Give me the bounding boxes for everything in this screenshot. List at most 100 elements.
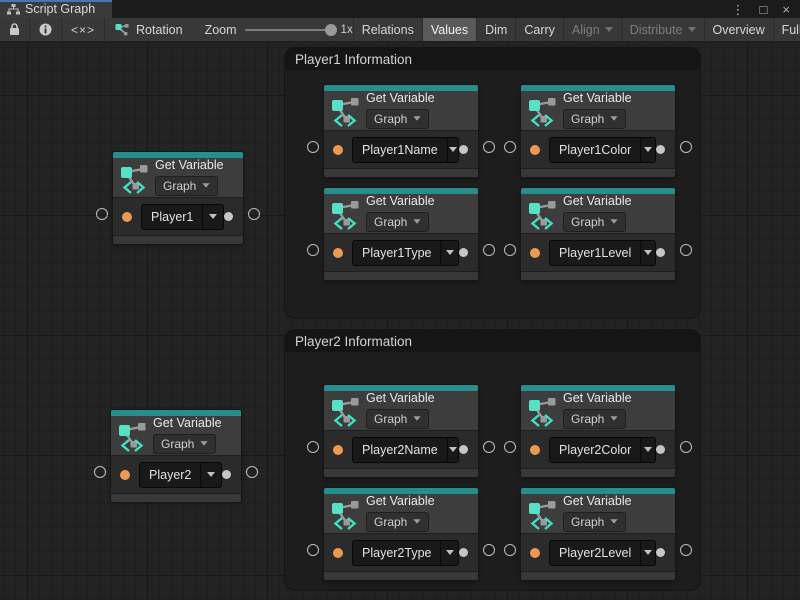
output-connection-ring[interactable]	[248, 208, 260, 220]
variable-dropdown[interactable]: Player2Color	[549, 437, 656, 463]
variable-dropdown[interactable]: Player2Type	[352, 540, 459, 566]
output-connection-ring[interactable]	[483, 441, 495, 453]
input-connection-ring[interactable]	[504, 544, 516, 556]
lock-button[interactable]	[0, 18, 30, 41]
scope-dropdown[interactable]: Graph	[563, 409, 626, 429]
relations-button[interactable]: Relations	[353, 18, 422, 41]
output-connection-ring[interactable]	[680, 544, 692, 556]
overview-button[interactable]: Overview	[704, 18, 773, 41]
node-header: Get Variable Graph	[521, 194, 675, 233]
get-variable-icon	[528, 395, 556, 427]
input-port[interactable]	[120, 470, 130, 480]
get-variable-node-player2type[interactable]: Get Variable Graph Player2Type	[324, 488, 478, 580]
output-connection-ring[interactable]	[483, 544, 495, 556]
output-port[interactable]	[459, 548, 468, 557]
variable-dropdown[interactable]: Player1Type	[352, 240, 459, 266]
get-variable-node-player1[interactable]: Get Variable Graph Player1	[113, 152, 243, 244]
carry-button[interactable]: Carry	[515, 18, 563, 41]
input-port[interactable]	[333, 445, 343, 455]
graph-breadcrumb[interactable]: Rotation	[105, 18, 193, 41]
output-port[interactable]	[459, 445, 468, 454]
dim-button[interactable]: Dim	[476, 18, 515, 41]
variable-dropdown[interactable]: Player1Color	[549, 137, 656, 163]
get-variable-node-player1color[interactable]: Get Variable Graph Player1Color	[521, 85, 675, 177]
align-dropdown-button[interactable]: Align	[563, 18, 621, 41]
graph-canvas[interactable]: Player1 Information Player2 Information …	[0, 42, 800, 600]
output-port[interactable]	[459, 145, 468, 154]
scope-dropdown[interactable]: Graph	[563, 212, 626, 232]
values-button[interactable]: Values	[422, 18, 476, 41]
output-port[interactable]	[224, 212, 233, 221]
node-title: Get Variable	[563, 195, 632, 209]
input-port[interactable]	[530, 548, 540, 558]
output-port[interactable]	[656, 145, 665, 154]
get-variable-icon	[528, 95, 556, 127]
scope-dropdown[interactable]: Graph	[366, 512, 429, 532]
variable-dropdown[interactable]: Player2Name	[352, 437, 459, 463]
distribute-dropdown-button[interactable]: Distribute	[621, 18, 704, 41]
output-port[interactable]	[656, 248, 665, 257]
scope-dropdown[interactable]: Graph	[155, 176, 218, 196]
variable-name: Player1Color	[550, 138, 640, 162]
info-button[interactable]	[30, 18, 62, 41]
output-connection-ring[interactable]	[680, 141, 692, 153]
input-connection-ring[interactable]	[504, 441, 516, 453]
output-connection-ring[interactable]	[246, 466, 258, 478]
input-port[interactable]	[333, 145, 343, 155]
input-port[interactable]	[530, 445, 540, 455]
input-connection-ring[interactable]	[307, 244, 319, 256]
output-connection-ring[interactable]	[483, 141, 495, 153]
output-port[interactable]	[656, 548, 665, 557]
get-variable-node-player1type[interactable]: Get Variable Graph Player1Type	[324, 188, 478, 280]
get-variable-node-player2level[interactable]: Get Variable Graph Player2Level	[521, 488, 675, 580]
input-connection-ring[interactable]	[307, 441, 319, 453]
node-ports-row: Player2Level	[521, 533, 675, 571]
close-icon[interactable]: ×	[782, 3, 790, 16]
variable-dropdown[interactable]: Player1	[141, 204, 224, 230]
variable-dropdown[interactable]: Player1Level	[549, 240, 656, 266]
input-connection-ring[interactable]	[504, 244, 516, 256]
variable-dropdown[interactable]: Player2	[139, 462, 222, 488]
variable-dropdown[interactable]: Player2Level	[549, 540, 656, 566]
output-connection-ring[interactable]	[483, 244, 495, 256]
group-header[interactable]: Player2 Information	[285, 330, 700, 352]
input-port[interactable]	[333, 548, 343, 558]
output-port[interactable]	[656, 445, 665, 454]
scope-dropdown[interactable]: Graph	[366, 409, 429, 429]
get-variable-node-player2name[interactable]: Get Variable Graph Player2Name	[324, 385, 478, 477]
zoom-to-fit-button[interactable]: <×>	[62, 18, 105, 41]
input-port[interactable]	[122, 212, 132, 222]
input-connection-ring[interactable]	[504, 141, 516, 153]
input-port[interactable]	[530, 145, 540, 155]
get-variable-node-player2[interactable]: Get Variable Graph Player2	[111, 410, 241, 502]
group-title: Player1 Information	[295, 52, 412, 67]
zoom-slider-handle[interactable]	[325, 24, 337, 36]
input-connection-ring[interactable]	[94, 466, 106, 478]
input-connection-ring[interactable]	[96, 208, 108, 220]
output-port[interactable]	[459, 248, 468, 257]
scope-dropdown[interactable]: Graph	[563, 512, 626, 532]
scope-dropdown[interactable]: Graph	[563, 109, 626, 129]
menu-icon[interactable]: ⋮	[732, 3, 745, 16]
scope-dropdown[interactable]: Graph	[366, 212, 429, 232]
scope-dropdown[interactable]: Graph	[153, 434, 216, 454]
input-port[interactable]	[530, 248, 540, 258]
get-variable-node-player1name[interactable]: Get Variable Graph Player1Name	[324, 85, 478, 177]
group-header[interactable]: Player1 Information	[285, 48, 700, 70]
output-connection-ring[interactable]	[680, 244, 692, 256]
output-connection-ring[interactable]	[680, 441, 692, 453]
maximize-icon[interactable]: □	[760, 3, 768, 16]
get-variable-node-player1level[interactable]: Get Variable Graph Player1Level	[521, 188, 675, 280]
full-screen-button[interactable]: Full Screen	[773, 18, 800, 41]
input-port[interactable]	[333, 248, 343, 258]
chevron-down-icon	[611, 117, 618, 122]
tab-script-graph[interactable]: Script Graph	[0, 0, 112, 18]
scope-dropdown[interactable]: Graph	[366, 109, 429, 129]
variable-dropdown[interactable]: Player1Name	[352, 137, 459, 163]
get-variable-node-player2color[interactable]: Get Variable Graph Player2Color	[521, 385, 675, 477]
zoom-slider[interactable]	[245, 29, 333, 31]
input-connection-ring[interactable]	[307, 141, 319, 153]
node-title: Get Variable	[366, 92, 435, 106]
output-port[interactable]	[222, 470, 231, 479]
input-connection-ring[interactable]	[307, 544, 319, 556]
